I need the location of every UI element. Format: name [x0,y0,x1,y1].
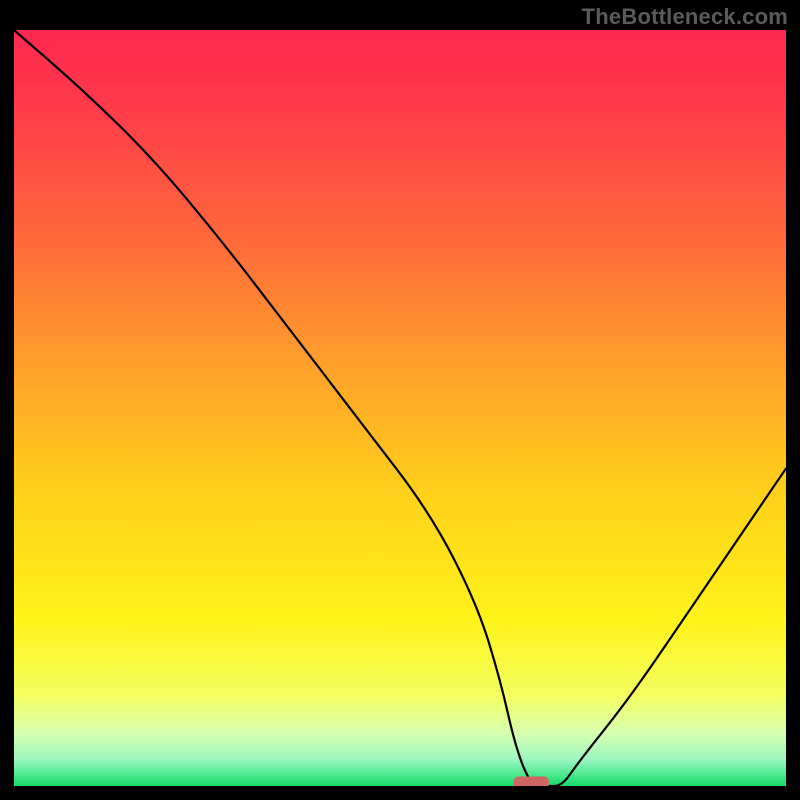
chart-plot-area [14,30,786,786]
gradient-background [14,30,786,786]
chart-svg [14,30,786,786]
chart-frame: TheBottleneck.com [0,0,800,800]
optimal-point-marker [514,777,548,786]
watermark-text: TheBottleneck.com [582,4,788,30]
